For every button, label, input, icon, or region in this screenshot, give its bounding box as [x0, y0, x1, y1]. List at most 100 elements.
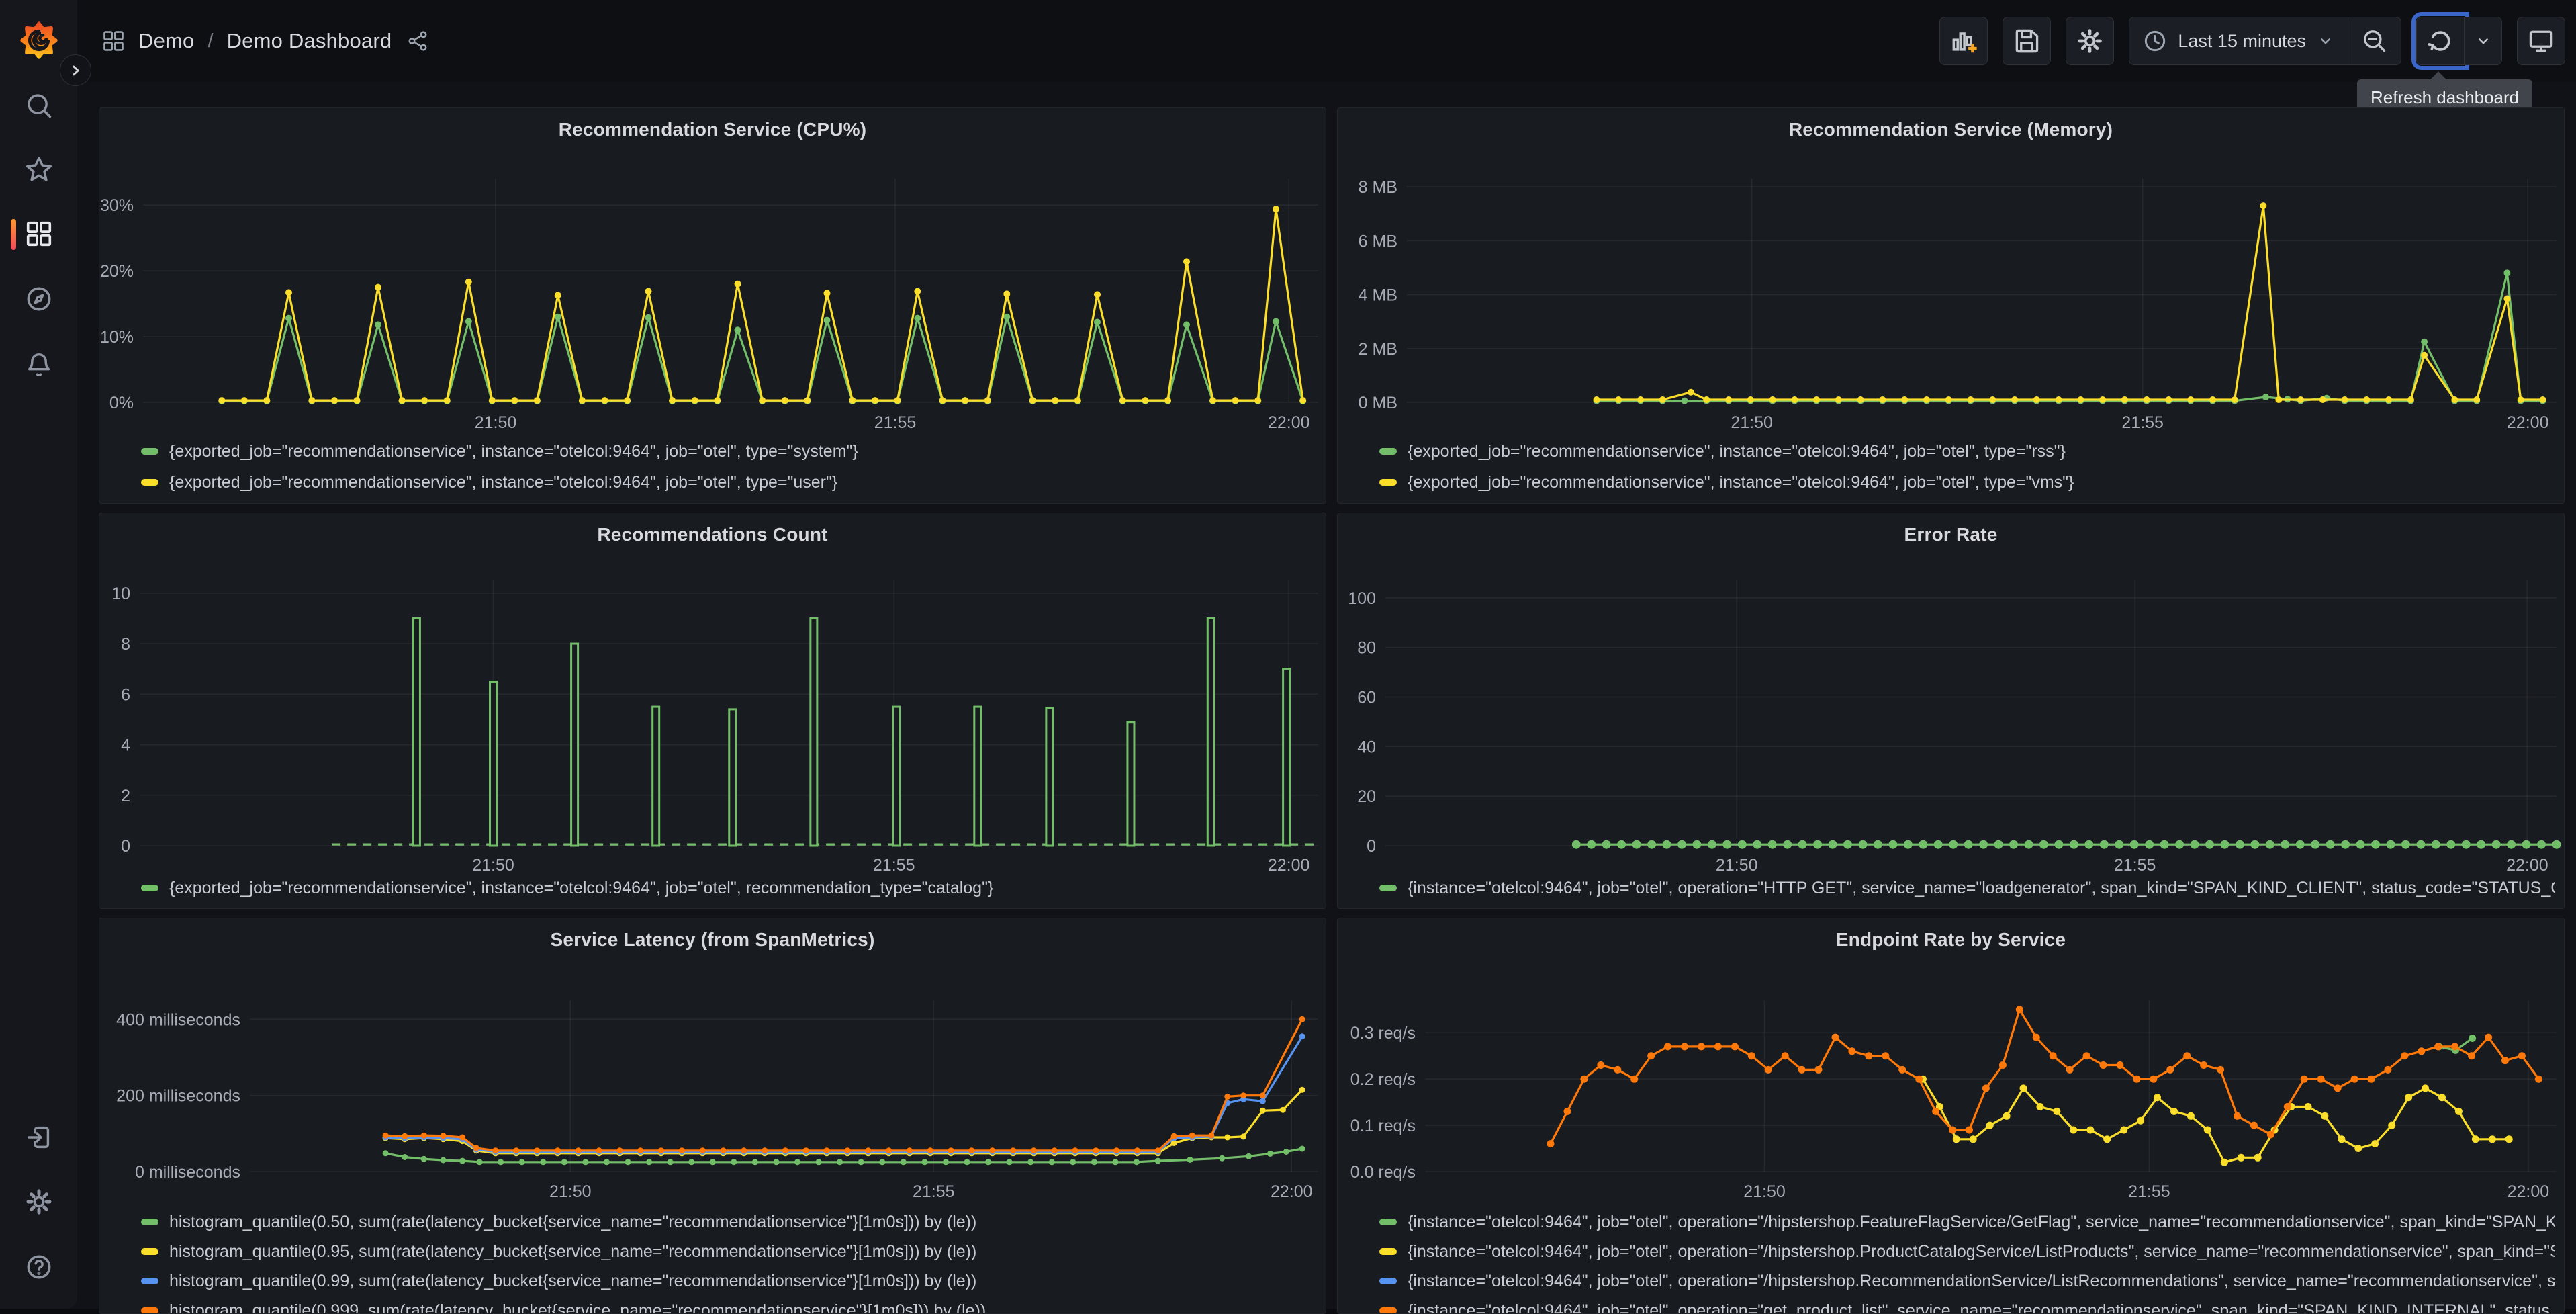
legend-label[interactable]: {exported_job="recommendationservice", i… [169, 879, 993, 898]
y-axis-tick: 0 MB [1359, 394, 1397, 412]
x-axis-tick: 21:55 [2128, 1182, 2170, 1201]
x-axis-tick: 22:00 [2508, 1182, 2550, 1201]
legend-item: {instance="otelcol:9464", job="otel", op… [1379, 1266, 2555, 1296]
legend-item: histogram_quantile(0.999, sum(rate(laten… [141, 1296, 1316, 1314]
legend-swatch[interactable] [141, 885, 158, 891]
legend-swatch[interactable] [1379, 1248, 1397, 1255]
x-axis-tick: 21:55 [2114, 856, 2156, 875]
y-axis-tick: 2 MB [1359, 340, 1397, 359]
legend-item: {exported_job="recommendationservice", i… [141, 436, 1316, 467]
refresh-controls [2416, 17, 2502, 65]
y-axis-tick: 8 MB [1359, 178, 1397, 197]
breadcrumb-page-title: Demo Dashboard [227, 29, 392, 53]
refresh-button[interactable] [2416, 17, 2465, 65]
refresh-interval-dropdown[interactable] [2465, 17, 2502, 65]
y-axis-tick: 100 [1348, 589, 1376, 608]
legend-swatch[interactable] [141, 1278, 158, 1284]
legend-label[interactable]: histogram_quantile(0.999, sum(rate(laten… [169, 1301, 986, 1314]
sidebar-item-server-admin[interactable] [0, 1171, 77, 1233]
sidebar-item-explore[interactable] [0, 268, 77, 330]
legend: {exported_job="recommendationservice", i… [141, 436, 1316, 498]
sidebar-item-search[interactable] [0, 75, 77, 136]
save-dashboard-button[interactable] [2003, 17, 2051, 65]
legend-label[interactable]: {exported_job="recommendationservice", i… [1408, 442, 2066, 462]
y-axis-tick: 0 [121, 837, 130, 856]
series [218, 206, 1306, 404]
x-axis-tick: 22:00 [2507, 413, 2549, 432]
legend: {instance="otelcol:9464", job="otel", op… [1379, 874, 2555, 902]
legend-label[interactable]: {exported_job="recommendationservice", i… [1408, 473, 2074, 492]
share-icon[interactable] [406, 30, 429, 52]
zoom-out-time-button[interactable] [2348, 17, 2401, 64]
y-axis-tick: 20% [100, 262, 134, 281]
x-axis-tick: 21:55 [913, 1182, 955, 1201]
legend-item: {exported_job="recommendationservice", i… [1379, 467, 2555, 498]
add-panel-button[interactable] [1939, 17, 1988, 65]
legend-item: histogram_quantile(0.95, sum(rate(latenc… [141, 1237, 1316, 1266]
sidebar-item-alerting[interactable] [0, 334, 77, 396]
panel-recommendation-memory: Recommendation Service (Memory) 21:5021:… [1337, 107, 2565, 504]
panel-recommendation-cpu: Recommendation Service (CPU%) 21:5021:55… [99, 107, 1326, 504]
x-axis-tick: 21:50 [1716, 856, 1758, 875]
x-axis-tick: 21:50 [475, 413, 517, 432]
tooltip-arrow [2430, 71, 2446, 88]
y-axis-tick: 0 [1367, 837, 1376, 856]
breadcrumb: Demo / Demo Dashboard [101, 0, 429, 82]
y-axis-tick: 0 milliseconds [135, 1163, 240, 1182]
legend: {exported_job="recommendationservice", i… [1379, 436, 2555, 498]
sidebar-expand-button[interactable] [60, 54, 91, 86]
legend-label[interactable]: {instance="otelcol:9464", job="otel", op… [1408, 1301, 2555, 1314]
y-axis-tick: 200 milliseconds [116, 1087, 240, 1106]
top-bar: Demo / Demo Dashboard L [0, 0, 2576, 82]
legend-label[interactable]: {instance="otelcol:9464", job="otel", op… [1408, 1213, 2555, 1232]
dashboard-page: Demo / Demo Dashboard L [0, 0, 2576, 1309]
sidebar-item-sign-in[interactable] [0, 1106, 77, 1168]
x-axis-tick: 21:50 [1743, 1182, 1786, 1201]
series [1594, 269, 2546, 404]
y-axis-tick: 2 [121, 787, 130, 805]
x-axis-tick: 22:00 [2506, 856, 2548, 875]
legend-swatch[interactable] [1379, 885, 1397, 891]
legend-label[interactable]: {instance="otelcol:9464", job="otel", op… [1408, 1242, 2555, 1262]
legend-swatch[interactable] [141, 479, 158, 486]
y-axis-tick: 10 [111, 584, 130, 603]
legend-swatch[interactable] [1379, 1219, 1397, 1225]
dashboard-settings-button[interactable] [2066, 17, 2114, 65]
y-axis-tick: 6 [121, 685, 130, 704]
count-chart: 21:5021:5522:000246810 [99, 513, 1326, 909]
series [1572, 840, 2561, 849]
legend-swatch[interactable] [1379, 479, 1397, 486]
sidebar [0, 0, 77, 1309]
y-axis-tick: 10% [100, 328, 134, 347]
chevron-down-icon [2315, 31, 2336, 51]
series [1594, 202, 2546, 403]
legend-swatch[interactable] [141, 448, 158, 455]
legend-label[interactable]: {instance="otelcol:9464", job="otel", op… [1408, 1272, 2555, 1291]
series [383, 1016, 1305, 1154]
time-picker-button[interactable]: Last 15 minutes [2129, 17, 2348, 64]
x-axis-tick: 21:50 [472, 856, 514, 875]
legend-swatch[interactable] [141, 1219, 158, 1225]
y-axis-tick: 0.2 req/s [1350, 1070, 1416, 1089]
legend: {instance="otelcol:9464", job="otel", op… [1379, 1207, 2555, 1314]
legend-label[interactable]: {instance="otelcol:9464", job="otel", op… [1408, 879, 2555, 898]
legend-item: {exported_job="recommendationservice", i… [141, 467, 1316, 498]
legend-label[interactable]: {exported_job="recommendationservice", i… [169, 442, 858, 462]
legend-label[interactable]: histogram_quantile(0.95, sum(rate(latenc… [169, 1242, 976, 1262]
y-axis-tick: 80 [1357, 639, 1376, 658]
series [218, 314, 1306, 404]
sidebar-item-help[interactable] [0, 1236, 77, 1298]
sidebar-item-starred[interactable] [0, 138, 77, 200]
sidebar-item-dashboards[interactable] [0, 203, 77, 265]
legend-label[interactable]: {exported_job="recommendationservice", i… [169, 473, 837, 492]
legend-swatch[interactable] [1379, 1278, 1397, 1284]
legend-label[interactable]: histogram_quantile(0.50, sum(rate(latenc… [169, 1213, 976, 1232]
panel-recommendations-count: Recommendations Count 21:5021:5522:00024… [99, 513, 1326, 909]
legend-swatch[interactable] [1379, 448, 1397, 455]
legend-swatch[interactable] [141, 1248, 158, 1255]
legend-label[interactable]: histogram_quantile(0.99, sum(rate(latenc… [169, 1272, 976, 1291]
y-axis-tick: 0.0 req/s [1350, 1163, 1416, 1182]
breadcrumb-section[interactable]: Demo [138, 29, 195, 53]
x-axis-tick: 22:00 [1268, 856, 1310, 875]
cycle-view-mode-button[interactable] [2517, 17, 2565, 65]
